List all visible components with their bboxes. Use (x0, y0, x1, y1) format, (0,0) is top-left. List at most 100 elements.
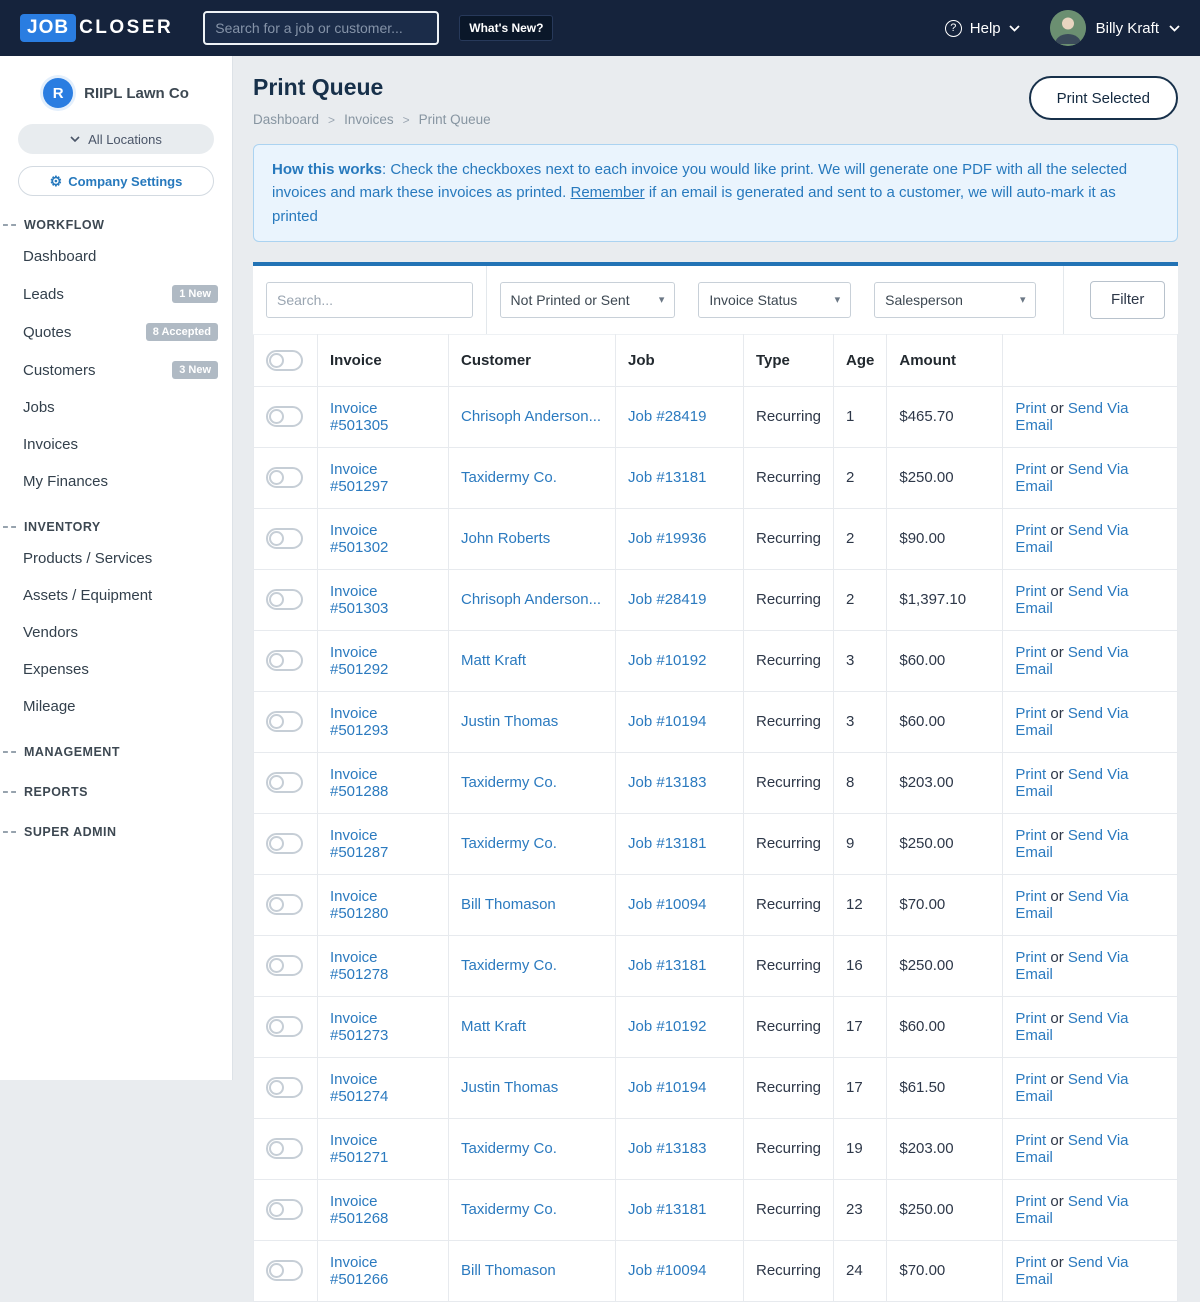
row-select-toggle[interactable] (266, 1016, 303, 1037)
invoice-link[interactable]: Invoice #501273 (330, 1010, 388, 1044)
customer-link[interactable]: Taxidermy Co. (461, 1201, 557, 1218)
customer-link[interactable]: Taxidermy Co. (461, 774, 557, 791)
job-link[interactable]: Job #10192 (628, 652, 706, 669)
invoice-link[interactable]: Invoice #501303 (330, 583, 388, 617)
customer-link[interactable]: Taxidermy Co. (461, 469, 557, 486)
sidebar-item-leads[interactable]: Leads 1 New (0, 275, 232, 313)
job-link[interactable]: Job #10194 (628, 713, 706, 730)
print-link[interactable]: Print (1015, 522, 1046, 539)
row-select-toggle[interactable] (266, 833, 303, 854)
print-link[interactable]: Print (1015, 766, 1046, 783)
sidebar-item-jobs[interactable]: Jobs (0, 389, 232, 426)
row-select-toggle[interactable] (266, 1138, 303, 1159)
sidebar-item-customers[interactable]: Customers 3 New (0, 351, 232, 389)
invoice-status-select[interactable]: Invoice Status ▾ (698, 282, 851, 318)
print-link[interactable]: Print (1015, 1071, 1046, 1088)
print-link[interactable]: Print (1015, 888, 1046, 905)
breadcrumb-invoices[interactable]: Invoices (344, 112, 394, 127)
sidebar-section-header[interactable]: SUPER ADMIN (0, 819, 232, 845)
printed-status-select[interactable]: Not Printed or Sent ▾ (500, 282, 676, 318)
all-locations-dropdown[interactable]: All Locations (18, 124, 214, 154)
filter-button[interactable]: Filter (1090, 281, 1165, 319)
job-link[interactable]: Job #13181 (628, 469, 706, 486)
customer-link[interactable]: Taxidermy Co. (461, 957, 557, 974)
invoice-link[interactable]: Invoice #501271 (330, 1132, 388, 1166)
breadcrumb-dashboard[interactable]: Dashboard (253, 112, 319, 127)
whats-new-button[interactable]: What's New? (459, 15, 553, 41)
sidebar-section-header[interactable]: REPORTS (0, 779, 232, 805)
invoice-link[interactable]: Invoice #501297 (330, 461, 388, 495)
customer-link[interactable]: Taxidermy Co. (461, 1140, 557, 1157)
customer-link[interactable]: Bill Thomason (461, 896, 556, 913)
job-link[interactable]: Job #28419 (628, 591, 706, 608)
print-link[interactable]: Print (1015, 1193, 1046, 1210)
print-link[interactable]: Print (1015, 583, 1046, 600)
sidebar-item-assets-equipment[interactable]: Assets / Equipment (0, 577, 232, 614)
customer-link[interactable]: Bill Thomason (461, 1262, 556, 1279)
customer-link[interactable]: Taxidermy Co. (461, 835, 557, 852)
invoice-link[interactable]: Invoice #501288 (330, 766, 388, 800)
user-menu[interactable]: Billy Kraft (1050, 10, 1180, 46)
company-header[interactable]: R RIIPL Lawn Co (0, 72, 232, 122)
print-link[interactable]: Print (1015, 949, 1046, 966)
select-all-toggle[interactable] (266, 350, 303, 371)
row-select-toggle[interactable] (266, 1260, 303, 1281)
sidebar-item-dashboard[interactable]: Dashboard (0, 238, 232, 275)
print-link[interactable]: Print (1015, 400, 1046, 417)
sidebar-item-products-services[interactable]: Products / Services (0, 540, 232, 577)
sidebar-item-my-finances[interactable]: My Finances (0, 463, 232, 500)
job-link[interactable]: Job #13181 (628, 1201, 706, 1218)
print-link[interactable]: Print (1015, 644, 1046, 661)
row-select-toggle[interactable] (266, 772, 303, 793)
invoice-link[interactable]: Invoice #501280 (330, 888, 388, 922)
help-menu[interactable]: ? Help (945, 20, 1020, 37)
row-select-toggle[interactable] (266, 650, 303, 671)
row-select-toggle[interactable] (266, 528, 303, 549)
sidebar-item-invoices[interactable]: Invoices (0, 426, 232, 463)
salesperson-select[interactable]: Salesperson ▾ (874, 282, 1036, 318)
customer-link[interactable]: Matt Kraft (461, 652, 526, 669)
sidebar-item-quotes[interactable]: Quotes 8 Accepted (0, 313, 232, 351)
job-link[interactable]: Job #13183 (628, 774, 706, 791)
print-link[interactable]: Print (1015, 705, 1046, 722)
print-selected-button[interactable]: Print Selected (1029, 76, 1178, 120)
job-link[interactable]: Job #10094 (628, 896, 706, 913)
invoice-link[interactable]: Invoice #501266 (330, 1254, 388, 1288)
row-select-toggle[interactable] (266, 467, 303, 488)
job-link[interactable]: Job #28419 (628, 408, 706, 425)
invoice-link[interactable]: Invoice #501268 (330, 1193, 388, 1227)
job-link[interactable]: Job #10194 (628, 1079, 706, 1096)
invoice-link[interactable]: Invoice #501293 (330, 705, 388, 739)
row-select-toggle[interactable] (266, 711, 303, 732)
invoice-link[interactable]: Invoice #501274 (330, 1071, 388, 1105)
invoice-link[interactable]: Invoice #501292 (330, 644, 388, 678)
row-select-toggle[interactable] (266, 1199, 303, 1220)
print-link[interactable]: Print (1015, 1010, 1046, 1027)
invoice-link[interactable]: Invoice #501302 (330, 522, 388, 556)
job-link[interactable]: Job #19936 (628, 530, 706, 547)
customer-link[interactable]: Matt Kraft (461, 1018, 526, 1035)
row-select-toggle[interactable] (266, 589, 303, 610)
sidebar-section-header[interactable]: INVENTORY (0, 514, 232, 540)
job-link[interactable]: Job #10094 (628, 1262, 706, 1279)
print-link[interactable]: Print (1015, 461, 1046, 478)
customer-link[interactable]: Chrisoph Anderson... (461, 408, 601, 425)
sidebar-item-vendors[interactable]: Vendors (0, 614, 232, 651)
customer-link[interactable]: John Roberts (461, 530, 550, 547)
global-search-input[interactable] (203, 11, 439, 45)
job-link[interactable]: Job #13183 (628, 1140, 706, 1157)
row-select-toggle[interactable] (266, 1077, 303, 1098)
row-select-toggle[interactable] (266, 955, 303, 976)
job-link[interactable]: Job #13181 (628, 835, 706, 852)
table-search-input[interactable] (266, 282, 473, 318)
row-select-toggle[interactable] (266, 406, 303, 427)
customer-link[interactable]: Chrisoph Anderson... (461, 591, 601, 608)
customer-link[interactable]: Justin Thomas (461, 713, 558, 730)
print-link[interactable]: Print (1015, 1254, 1046, 1271)
row-select-toggle[interactable] (266, 894, 303, 915)
company-settings-button[interactable]: ⚙ Company Settings (18, 166, 214, 196)
job-link[interactable]: Job #13181 (628, 957, 706, 974)
invoice-link[interactable]: Invoice #501305 (330, 400, 388, 434)
sidebar-item-expenses[interactable]: Expenses (0, 651, 232, 688)
sidebar-section-header[interactable]: WORKFLOW (0, 212, 232, 238)
